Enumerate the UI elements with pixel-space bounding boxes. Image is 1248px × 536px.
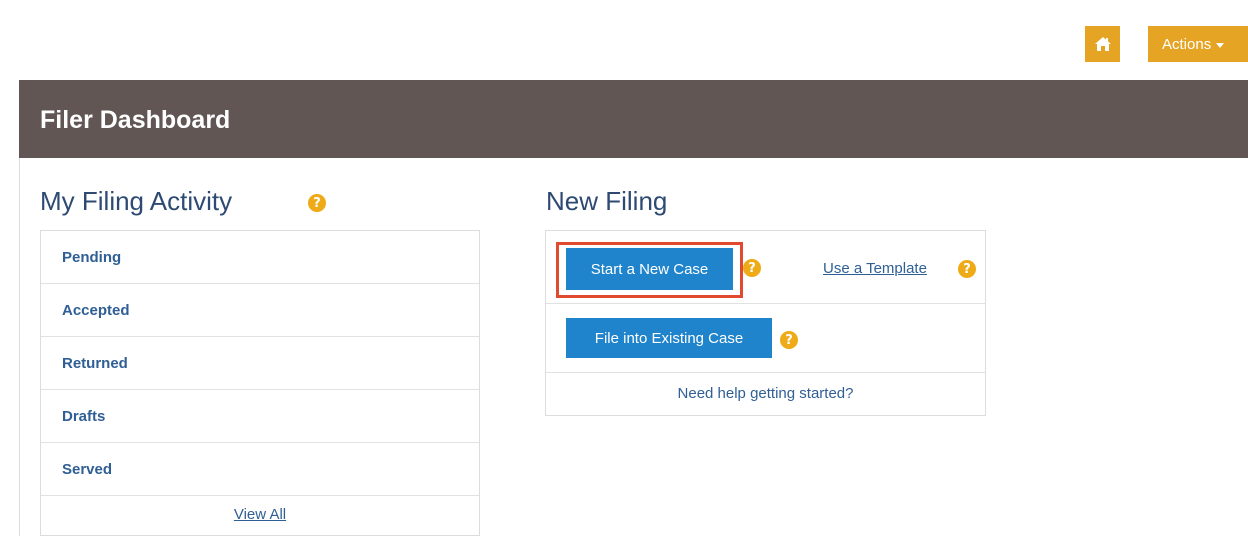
file-existing-help-icon[interactable]: ? — [780, 331, 798, 349]
home-button[interactable] — [1085, 26, 1120, 62]
filing-row-divider — [546, 372, 985, 373]
activity-item-label: Returned — [62, 354, 128, 372]
view-all-link[interactable]: View All — [41, 496, 479, 523]
page-header: Filer Dashboard — [19, 80, 1248, 158]
caret-down-icon — [1216, 42, 1225, 48]
use-template-help-icon[interactable]: ? — [958, 260, 976, 278]
new-filing-panel: Start a New Case ? Use a Template ? File… — [545, 230, 986, 416]
top-toolbar: Actions — [0, 0, 1248, 80]
content-left-border — [19, 158, 20, 536]
use-template-link[interactable]: Use a Template — [823, 260, 927, 277]
activity-item-returned[interactable]: Returned — [41, 337, 479, 390]
home-icon — [1094, 37, 1111, 51]
start-new-case-help-icon[interactable]: ? — [743, 259, 761, 277]
filing-activity-panel: Pending Accepted Returned Drafts Served … — [40, 230, 480, 536]
activity-item-label: Drafts — [62, 407, 106, 425]
activity-item-label: Pending — [62, 248, 122, 266]
page-title: Filer Dashboard — [40, 106, 231, 134]
actions-dropdown-button[interactable]: Actions — [1148, 26, 1248, 62]
activity-item-served[interactable]: Served — [41, 443, 479, 496]
activity-item-accepted[interactable]: Accepted — [41, 284, 479, 337]
file-into-existing-case-button[interactable]: File into Existing Case — [566, 318, 772, 358]
filing-activity-help-icon[interactable]: ? — [308, 194, 326, 212]
need-help-link[interactable]: Need help getting started? — [546, 385, 985, 402]
activity-item-label: Accepted — [62, 301, 130, 319]
start-new-case-button[interactable]: Start a New Case — [566, 248, 733, 290]
activity-item-drafts[interactable]: Drafts — [41, 390, 479, 443]
filing-row-divider — [546, 303, 985, 304]
filing-activity-title: My Filing Activity — [40, 186, 233, 216]
actions-label: Actions — [1162, 35, 1212, 53]
activity-item-pending[interactable]: Pending — [41, 231, 479, 284]
activity-item-label: Served — [62, 460, 113, 478]
new-filing-title: New Filing — [546, 186, 668, 216]
